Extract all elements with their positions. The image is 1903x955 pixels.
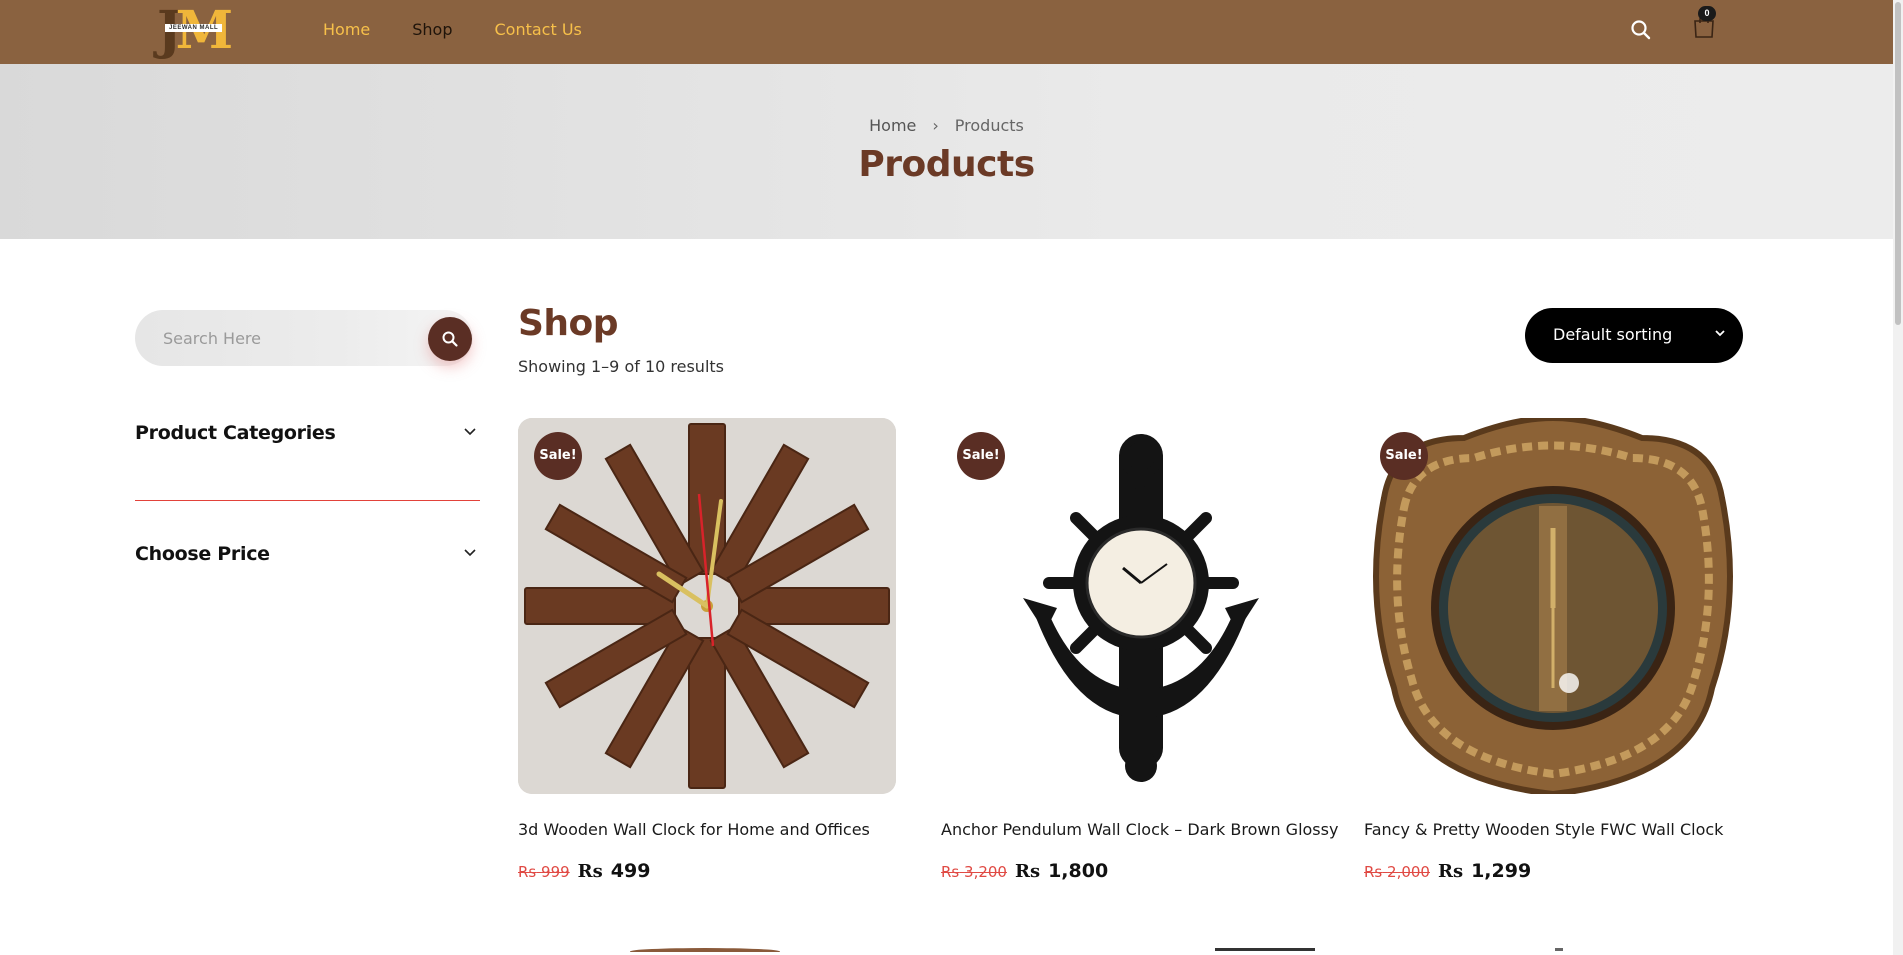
page-title: Products: [858, 144, 1035, 185]
product-title[interactable]: Anchor Pendulum Wall Clock – Dark Brown …: [941, 820, 1338, 839]
old-price: Rs 3,200: [941, 863, 1007, 881]
old-price: Rs 2,000: [1364, 863, 1430, 881]
product-title[interactable]: Fancy & Pretty Wooden Style FWC Wall Clo…: [1364, 820, 1754, 839]
product-card[interactable]: Sale! 3d Wooden Wall Clock for Home and …: [518, 418, 896, 882]
product-title[interactable]: 3d Wooden Wall Clock for Home and Office…: [518, 820, 908, 839]
currency-symbol: Rs: [1437, 861, 1464, 882]
page-scrollbar[interactable]: [1893, 0, 1903, 955]
product-price: Rs 2,000 Rs 1,299: [1364, 860, 1531, 882]
site-logo[interactable]: JM JEEWAN MALL: [155, 0, 235, 62]
product-price: Rs 999 Rs 499: [518, 860, 650, 882]
product-image[interactable]: Sale!: [941, 418, 1319, 794]
accordion-choose-price[interactable]: Choose Price: [135, 543, 480, 573]
currency-symbol: Rs: [577, 861, 603, 882]
breadcrumb: Home › Products: [0, 116, 1893, 135]
sale-price: 1,299: [1471, 860, 1532, 882]
logo-tagline: JEEWAN MALL: [165, 24, 223, 32]
sale-badge: Sale!: [534, 432, 582, 480]
search-icon[interactable]: [1630, 19, 1652, 41]
sorting-select[interactable]: Default sorting: [1525, 308, 1743, 363]
sale-price: 1,800: [1048, 860, 1109, 882]
sale-badge: Sale!: [1380, 432, 1428, 480]
currency-symbol: Rs: [1014, 861, 1041, 882]
fancy-wooden-clock-image: [1364, 418, 1742, 794]
chevron-down-icon: [464, 428, 476, 436]
result-count: Showing 1–9 of 10 results: [518, 357, 724, 376]
product-image[interactable]: Sale!: [518, 418, 896, 794]
breadcrumb-current: Products: [954, 116, 1024, 135]
old-price: Rs 999: [518, 863, 570, 881]
site-header: JM JEEWAN MALL Home Shop Contact Us 0: [0, 0, 1893, 64]
nav-shop[interactable]: Shop: [412, 20, 452, 39]
accordion-product-categories[interactable]: Product Categories: [135, 422, 480, 452]
nav-home[interactable]: Home: [323, 20, 370, 39]
search-icon: [442, 331, 458, 347]
search-input[interactable]: [163, 326, 403, 350]
breadcrumb-home[interactable]: Home: [869, 116, 916, 135]
product-card[interactable]: Sale! Anchor Pendulum Wall Clock – Dark …: [941, 418, 1338, 882]
sidebar-search: [135, 310, 473, 366]
sale-badge: Sale!: [957, 432, 1005, 480]
cart-count-badge: 0: [1698, 6, 1716, 21]
product-image[interactable]: Sale!: [1364, 418, 1742, 794]
next-row-product-image-peek: [1555, 948, 1563, 955]
wooden-wall-clock-image: [518, 418, 896, 794]
product-price: Rs 3,200 Rs 1,800: [941, 860, 1108, 882]
sorting-value: Default sorting: [1553, 325, 1673, 344]
product-card[interactable]: Sale! Fancy & Pretty Wooden Style FWC Wa…: [1364, 418, 1742, 882]
anchor-pendulum-clock-image: [941, 418, 1319, 794]
accordion-title: Choose Price: [135, 543, 270, 565]
page-hero: Home › Products Products: [0, 64, 1893, 239]
search-button[interactable]: [428, 317, 472, 361]
scrollbar-thumb[interactable]: [1895, 2, 1901, 325]
next-row-product-image-peek: [630, 948, 780, 955]
chevron-down-icon: [1715, 330, 1725, 337]
next-row-product-image-peek: [1215, 948, 1315, 955]
chevron-right-icon: ›: [932, 116, 939, 135]
chevron-down-icon: [464, 549, 476, 557]
main-nav: Home Shop Contact Us: [323, 20, 624, 39]
sale-price: 499: [610, 860, 651, 882]
shop-title: Shop: [518, 303, 619, 344]
accordion-divider: [135, 500, 480, 501]
accordion-title: Product Categories: [135, 422, 336, 444]
nav-contact-us[interactable]: Contact Us: [495, 20, 582, 39]
